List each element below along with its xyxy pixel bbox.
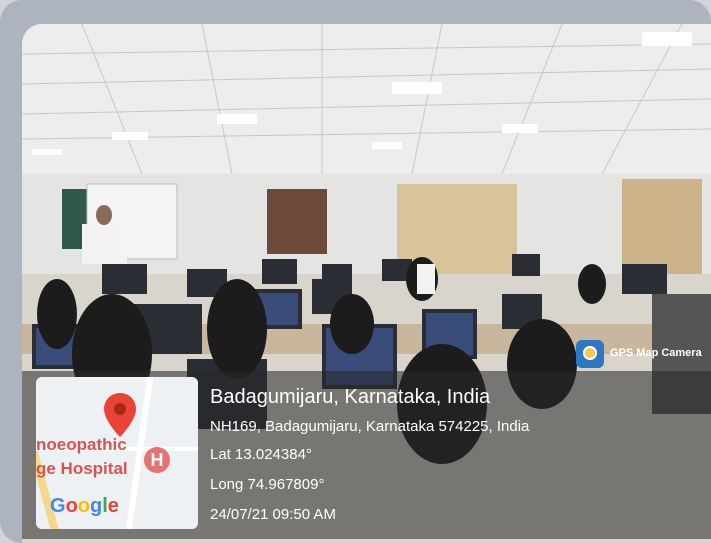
hospital-marker-icon: H [144,447,170,473]
datetime: 24/07/21 09:50 AM [210,506,336,523]
gps-map-camera-badge: GPS Map Camera [576,340,704,368]
badge-label: GPS Map Camera [610,347,702,359]
camera-app-icon [576,340,604,368]
location-title: Badagumijaru, Karnataka, India [210,386,491,408]
map-pin-icon [104,393,136,437]
longitude: Long 74.967809° [210,476,325,493]
map-place-label: noeopathic [36,435,127,454]
location-address: NH169, Badagumijaru, Karnataka 574225, I… [210,418,530,435]
latitude: Lat 13.024384° [210,446,312,463]
google-logo: Google [50,495,119,517]
map-place-label: ge Hospital [36,459,128,478]
map-thumbnail[interactable]: noeopathic ge Hospital H Google [36,377,198,529]
